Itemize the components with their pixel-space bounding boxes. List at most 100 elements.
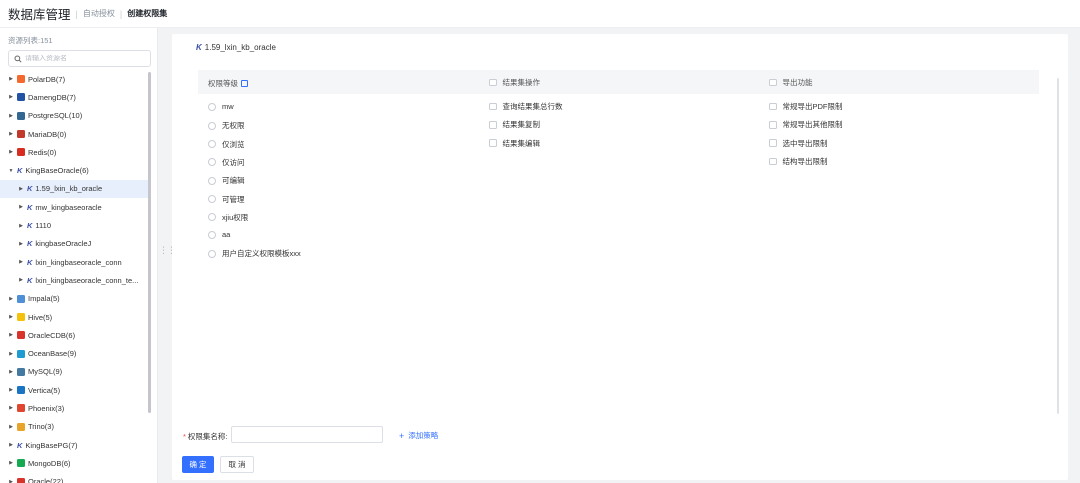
tree-item[interactable]: ▶ OracleCDB(6) <box>0 326 148 344</box>
tree-item[interactable]: ▶ DamengDB(7) <box>0 88 148 106</box>
caret-right-icon[interactable]: ▶ <box>8 314 14 320</box>
content-scrollbar[interactable] <box>1057 78 1059 414</box>
tree-item[interactable]: ▶ MySQL(9) <box>0 363 148 381</box>
result-op-text: 结果集复制 <box>502 120 541 130</box>
tree-item[interactable]: ▶ Klxin_kingbaseoracle_conn_te... <box>0 271 148 289</box>
tree-item[interactable]: ▶ K 1110 <box>0 216 148 234</box>
checkbox[interactable] <box>769 157 777 166</box>
caret-right-icon[interactable]: ▶ <box>18 223 24 229</box>
tree-item[interactable]: ▶ K KingBasePG(7) <box>0 436 148 454</box>
tree-item[interactable]: ▶ Vertica(5) <box>0 381 148 399</box>
search-input[interactable] <box>25 55 150 62</box>
kingbase-icon: K <box>27 275 33 285</box>
caret-down-icon[interactable]: ▼ <box>8 168 14 174</box>
radio-button[interactable] <box>208 213 216 222</box>
caret-right-icon[interactable]: ▶ <box>18 277 24 283</box>
radio-button[interactable] <box>208 140 216 149</box>
caret-right-icon[interactable]: ▶ <box>8 479 14 483</box>
tree-item[interactable]: ▼ K KingBaseOracle(6) <box>0 161 148 179</box>
caret-right-icon[interactable]: ▶ <box>8 442 14 448</box>
radio-button[interactable] <box>208 121 216 130</box>
confirm-button[interactable]: 确 定 <box>182 456 214 473</box>
tree-item[interactable]: ▶ Trino(3) <box>0 418 148 436</box>
checkbox[interactable] <box>769 102 777 111</box>
radio-button[interactable] <box>208 102 216 111</box>
caret-right-icon[interactable]: ▶ <box>8 131 14 137</box>
tree-item-label: lxin_kingbaseoracle_conn_te... <box>35 275 139 285</box>
result-ops-select-all-checkbox[interactable] <box>489 78 497 87</box>
tree-item[interactable]: ▶ Impala(5) <box>0 290 148 308</box>
permission-level-option[interactable]: 无权限 <box>208 120 245 131</box>
permission-level-option[interactable]: xjiu权限 <box>208 212 248 223</box>
tree-item[interactable]: ▶ Redis(0) <box>0 143 148 161</box>
permission-level-text: mw <box>222 102 234 111</box>
permission-level-option[interactable]: aa <box>208 230 230 239</box>
permission-level-option[interactable]: mw <box>208 102 234 111</box>
kingbase-icon: K <box>27 221 33 231</box>
tree-item[interactable]: ▶ MariaDB(0) <box>0 125 148 143</box>
tree-item[interactable]: ▶ KkingbaseOracleJ <box>0 235 148 253</box>
export-option[interactable]: 选中导出限制 <box>769 138 828 149</box>
result-ops-header[interactable]: 结果集操作 <box>489 77 540 88</box>
tree-item[interactable]: ▶ K 1.59_lxin_kb_oracle <box>0 179 148 199</box>
radio-button[interactable] <box>208 230 216 239</box>
result-op-option[interactable]: 查询结果集总行数 <box>489 101 563 112</box>
export-header[interactable]: 导出功能 <box>769 77 813 88</box>
checkbox[interactable] <box>769 139 777 147</box>
radio-button[interactable] <box>208 249 216 258</box>
tree-item[interactable]: ▶ OceanBase(9) <box>0 344 148 362</box>
radio-button[interactable] <box>208 176 216 185</box>
tree-item[interactable]: ▶ Phoenix(3) <box>0 399 148 417</box>
radio-button[interactable] <box>208 195 216 203</box>
caret-right-icon[interactable]: ▶ <box>18 186 24 192</box>
breadcrumb-create-permission-set: 创建权限集 <box>127 9 168 18</box>
permission-set-name-input[interactable] <box>231 426 383 443</box>
caret-right-icon[interactable]: ▶ <box>8 113 14 119</box>
caret-right-icon[interactable]: ▶ <box>8 405 14 411</box>
permission-level-option[interactable]: 用户自定义权限模板xxx <box>208 248 301 259</box>
caret-right-icon[interactable]: ▶ <box>8 351 14 357</box>
checkbox[interactable] <box>489 121 497 129</box>
checkbox[interactable] <box>769 121 777 129</box>
add-policy-link[interactable]: + 添加策略 <box>399 430 438 441</box>
tree-item[interactable]: ▶ PolarDB(7) <box>0 70 148 88</box>
caret-right-icon[interactable]: ▶ <box>8 369 14 375</box>
permission-level-option[interactable]: 仅访问 <box>208 157 245 168</box>
caret-right-icon[interactable]: ▶ <box>8 149 14 155</box>
caret-right-icon[interactable]: ▶ <box>8 460 14 466</box>
cancel-button[interactable]: 取 消 <box>220 456 254 473</box>
export-option[interactable]: 结构导出限制 <box>769 156 828 167</box>
result-op-option[interactable]: 结果集编辑 <box>489 138 540 149</box>
export-option[interactable]: 常规导出其他限制 <box>769 119 843 130</box>
permission-level-option[interactable]: 仅浏览 <box>208 139 245 150</box>
tree-item[interactable]: ▶ Hive(5) <box>0 308 148 326</box>
permission-level-option[interactable]: 可管理 <box>208 194 245 205</box>
resource-search[interactable] <box>8 50 151 67</box>
caret-right-icon[interactable]: ▶ <box>8 76 14 82</box>
copy-icon[interactable] <box>241 80 248 87</box>
tree-item[interactable]: ▶ Oracle(22) <box>0 473 148 483</box>
permission-table-header: 权限等级 结果集操作 导出功能 <box>198 70 1039 94</box>
sidebar-scrollbar[interactable] <box>148 72 151 413</box>
checkbox[interactable] <box>489 102 497 111</box>
caret-right-icon[interactable]: ▶ <box>18 241 24 247</box>
export-select-all-checkbox[interactable] <box>769 78 777 87</box>
breadcrumb-auto-auth[interactable]: 自动授权 <box>83 8 115 19</box>
radio-button[interactable] <box>208 158 216 167</box>
caret-right-icon[interactable]: ▶ <box>18 204 24 210</box>
export-option[interactable]: 常规导出PDF限制 <box>769 101 843 112</box>
caret-right-icon[interactable]: ▶ <box>8 332 14 338</box>
tree-item[interactable]: ▶ PostgreSQL(10) <box>0 107 148 125</box>
tree-item[interactable]: ▶ Kmw_kingbaseoracle <box>0 198 148 216</box>
caret-right-icon[interactable]: ▶ <box>8 424 14 430</box>
result-op-option[interactable]: 结果集复制 <box>489 119 540 130</box>
caret-right-icon[interactable]: ▶ <box>8 94 14 100</box>
tree-item[interactable]: ▶ Klxin_kingbaseoracle_conn <box>0 253 148 271</box>
checkbox[interactable] <box>489 139 497 147</box>
caret-right-icon[interactable]: ▶ <box>8 296 14 302</box>
permission-level-option[interactable]: 可编辑 <box>208 175 245 186</box>
caret-right-icon[interactable]: ▶ <box>8 387 14 393</box>
caret-right-icon[interactable]: ▶ <box>18 259 24 265</box>
result-ops-label: 结果集操作 <box>502 78 541 87</box>
tree-item[interactable]: ▶ MongoDB(6) <box>0 454 148 472</box>
